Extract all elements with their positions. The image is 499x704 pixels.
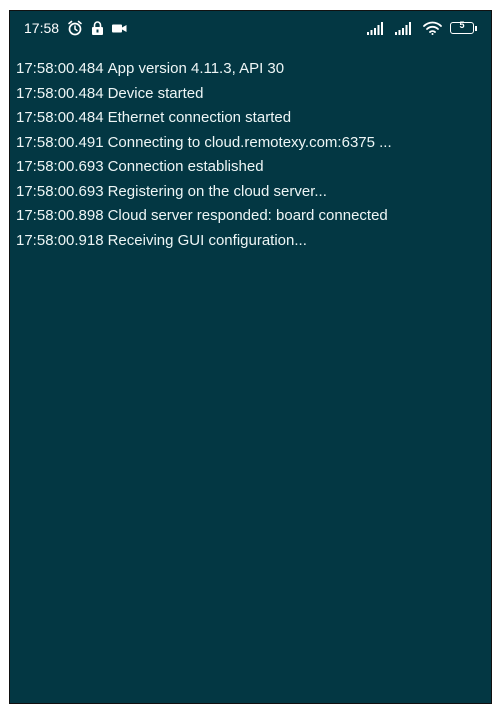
log-line: 17:58:00.484 Ethernet connection started [16, 106, 487, 131]
status-right: 5 [367, 20, 491, 35]
log-line: 17:58:00.918 Receiving GUI configuration.… [16, 229, 487, 254]
log-line: 17:58:00.484 App version 4.11.3, API 30 [16, 57, 487, 82]
log-message: Registering on the cloud server... [107, 182, 327, 200]
battery-level: 5 [459, 20, 465, 30]
log-line: 17:58:00.484 Device started [16, 82, 487, 107]
log-message: Cloud server responded: board connected [107, 207, 388, 224]
log-timestamp: 17:58:00.491 [16, 133, 104, 151]
video-camera-icon [112, 23, 127, 34]
phone-screen: 17:58 5 17:58:00.484 App version 4.11.3,… [9, 10, 492, 704]
connection-log: 17:58:00.484 App version 4.11.3, API 30 1… [16, 57, 487, 253]
battery-icon: 5 [450, 20, 477, 34]
log-message: App version 4.11.3, API 30 [107, 60, 285, 77]
log-timestamp: 17:58:00.898 [16, 207, 104, 224]
log-message: Device started [107, 84, 204, 102]
log-line: 17:58:00.693 Connection established [16, 155, 487, 180]
signal-icon [367, 21, 387, 35]
log-timestamp: 17:58:00.484 [16, 109, 104, 126]
log-timestamp: 17:58:00.693 [16, 158, 104, 175]
log-timestamp: 17:58:00.918 [16, 231, 104, 249]
log-line: 17:58:00.491 Connecting to cloud.remotexy… [16, 131, 487, 156]
lock-icon [91, 21, 104, 35]
log-line: 17:58:00.693 Registering on the cloud ser… [16, 180, 487, 205]
log-timestamp: 17:58:00.693 [16, 182, 104, 200]
log-timestamp: 17:58:00.484 [16, 60, 104, 77]
status-bar: 17:58 5 [10, 11, 491, 45]
log-timestamp: 17:58:00.484 [16, 84, 104, 102]
log-message: Connection established [107, 158, 264, 175]
status-time: 17:58 [24, 20, 60, 36]
status-left: 17:58 [10, 20, 127, 36]
log-line: 17:58:00.898 Cloud server responded: boar… [16, 204, 487, 229]
log-message: Connecting to cloud.remotexy.com:6375 ..… [107, 133, 392, 151]
log-message: Receiving GUI configuration... [107, 231, 307, 249]
log-message: Ethernet connection started [107, 109, 292, 126]
alarm-icon [67, 20, 83, 36]
wifi-icon [423, 21, 442, 35]
signal-icon [395, 21, 415, 35]
